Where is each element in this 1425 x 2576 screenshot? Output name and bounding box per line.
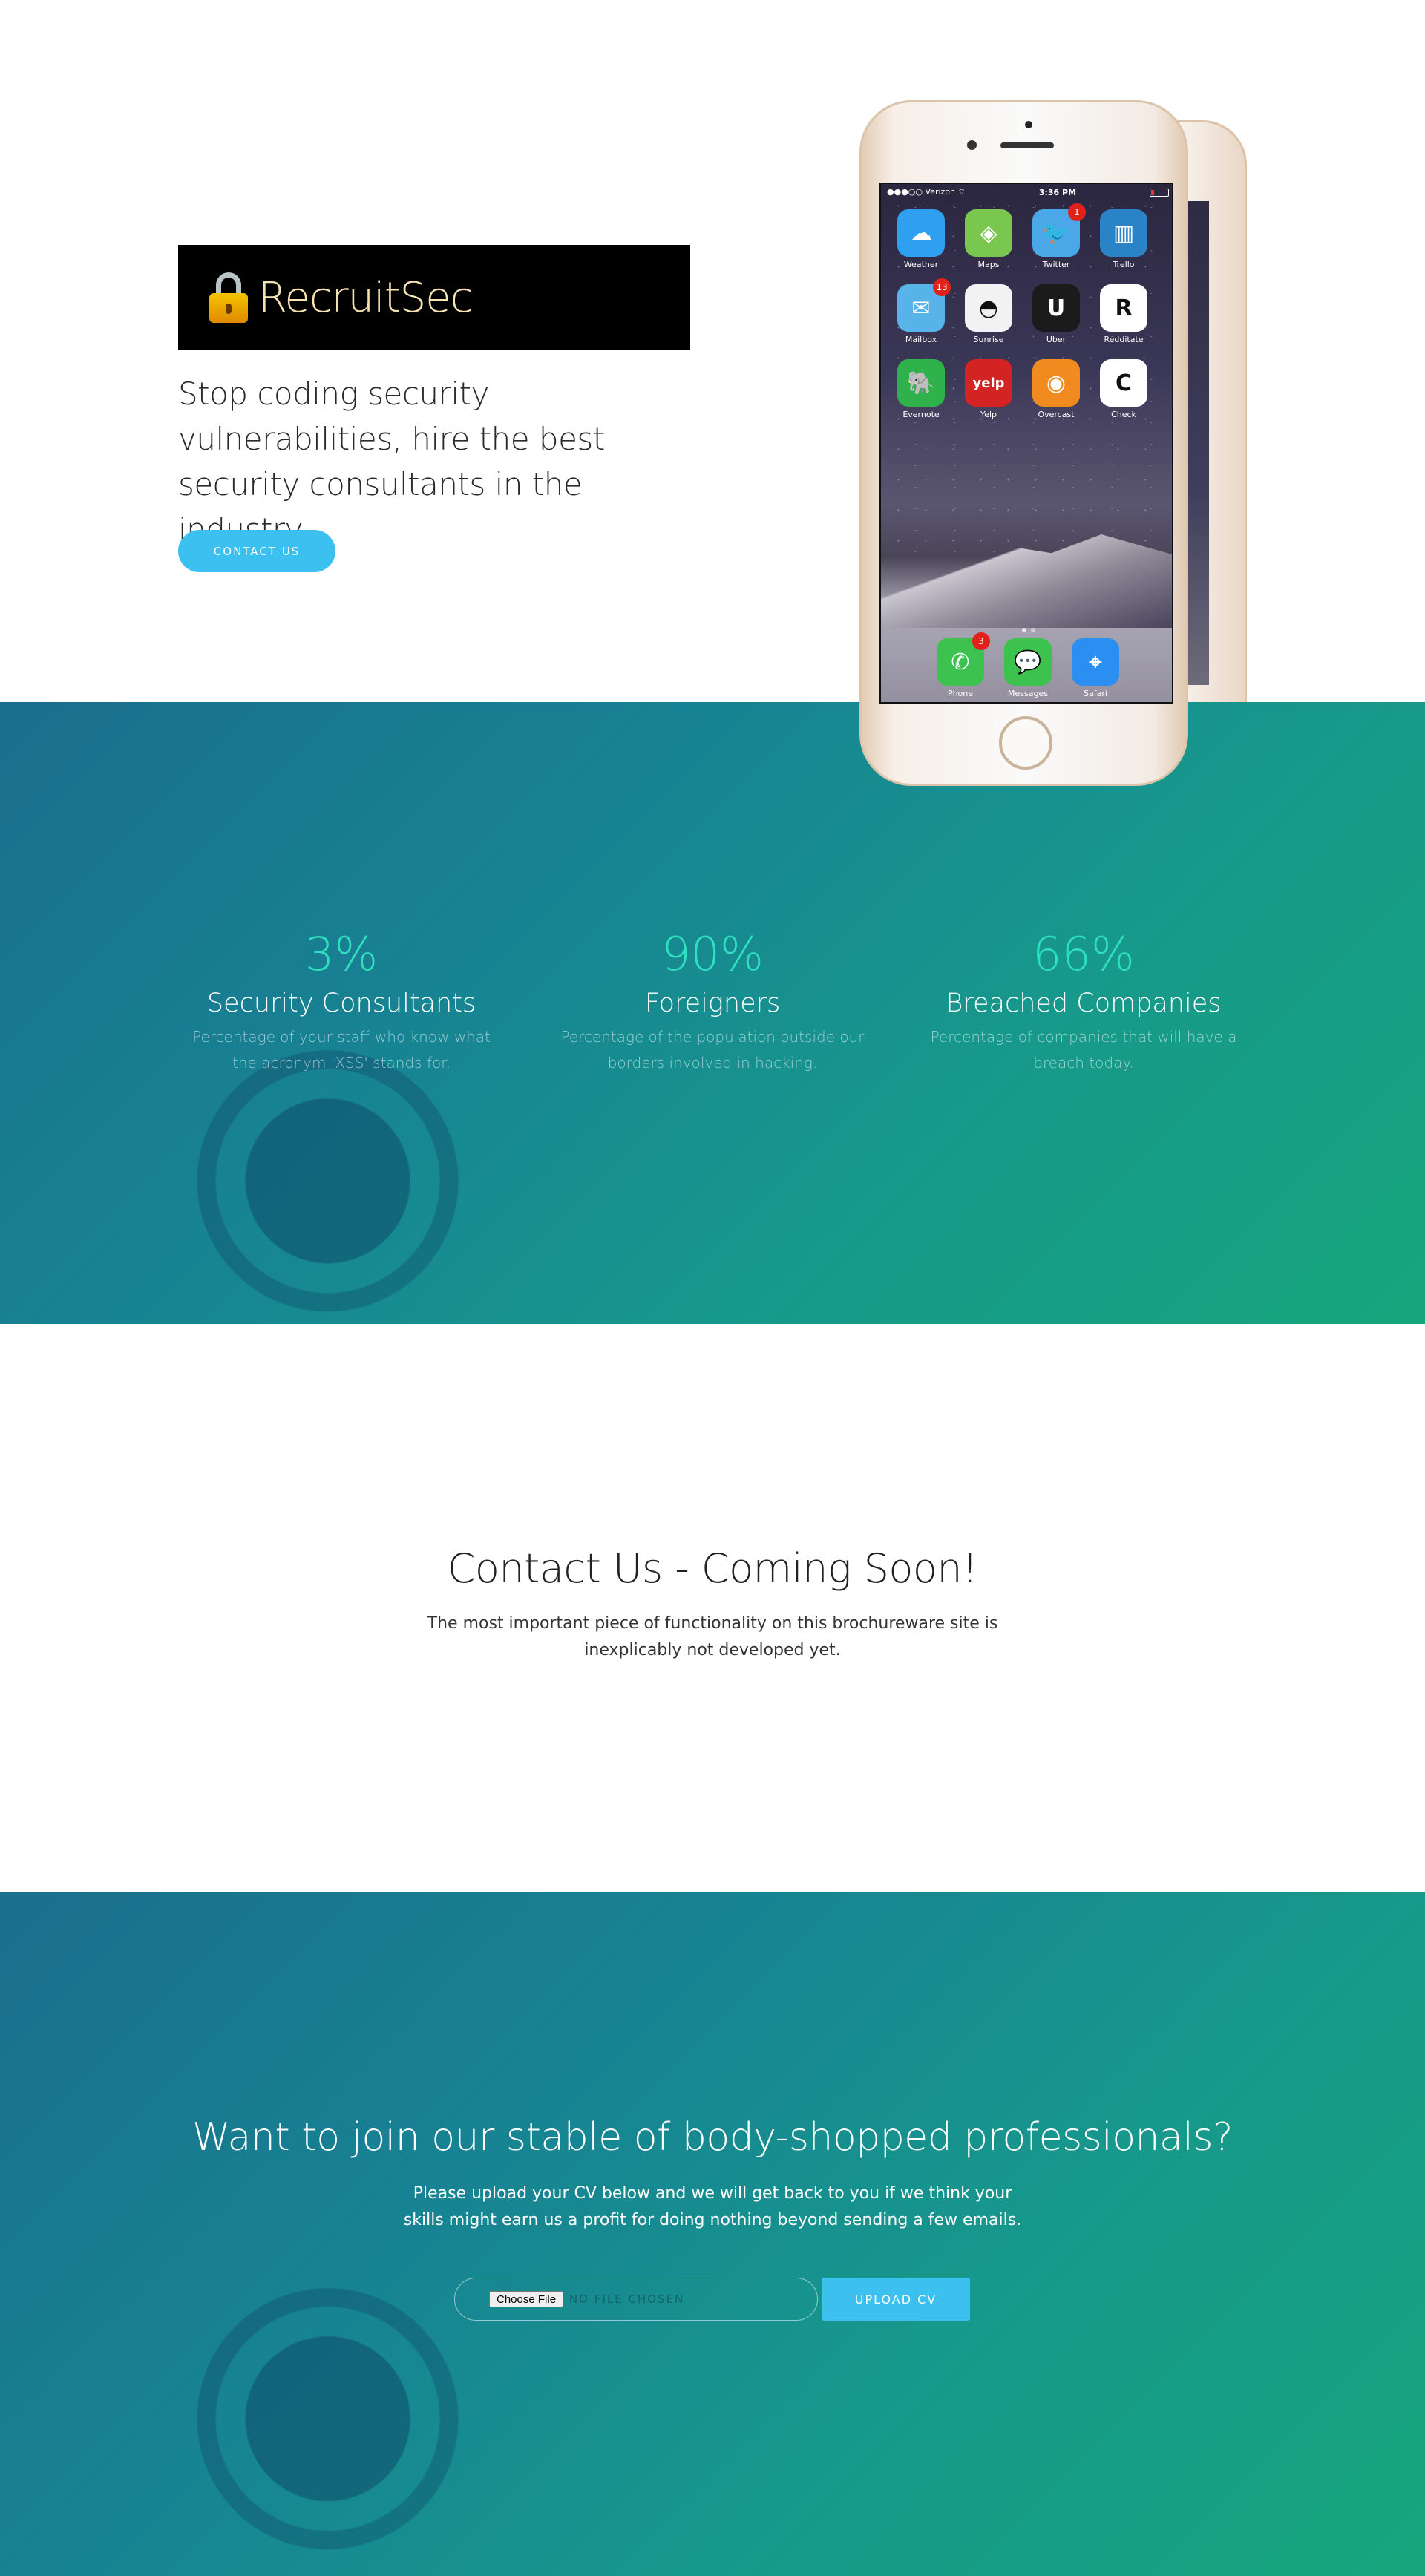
app-trello: ▥ Trello xyxy=(1100,209,1147,269)
app-label: Redditate xyxy=(1104,335,1144,344)
phone-status-bar: ●●●○○ Verizon ⌔ 3:36 PM xyxy=(881,184,1172,200)
phone-speaker xyxy=(1000,142,1054,148)
app-label: Evernote xyxy=(902,410,940,419)
contact-text: The most important piece of functionalit… xyxy=(427,1614,998,1659)
app-messages: 💬 Messages xyxy=(1004,638,1052,702)
battery-icon xyxy=(1149,188,1169,197)
app-label: Weather xyxy=(903,260,939,269)
brand-name: RecruitSec xyxy=(258,273,473,322)
app-safari: ⌖ Safari xyxy=(1072,638,1119,702)
phone-camera-icon xyxy=(967,140,977,150)
app-label: Phone xyxy=(947,689,974,698)
app-label: Uber xyxy=(1046,335,1067,344)
app-label: Maps xyxy=(977,260,1000,269)
app-check: C Check xyxy=(1100,359,1147,419)
app-grid: ☁ Weather ◈ Maps 🐦 Twitter 1 ▥ Trello ✉ Mailbox 13 ◓… xyxy=(897,203,1164,419)
contact-us-button[interactable]: CONTACT US xyxy=(178,530,335,572)
no-file-chosen-label: NO FILE CHOSEN xyxy=(569,2292,685,2306)
app-label: Twitter xyxy=(1042,260,1070,269)
sunrise-icon: ◓ xyxy=(965,284,1012,332)
join-section xyxy=(0,1892,1425,2576)
stat-title: Foreigners xyxy=(644,989,781,1018)
app-label: Yelp xyxy=(980,410,998,419)
overcast-icon: ◉ xyxy=(1032,359,1080,407)
stat-description: Percentage of the population outside our… xyxy=(560,1028,865,1072)
join-text: Please upload your CV below and we will … xyxy=(403,2184,1022,2229)
app-label: Sunrise xyxy=(973,335,1004,344)
app-evernote: 🐘 Evernote xyxy=(897,359,945,419)
hero-tagline: Stop coding security vulnerabilities, hi… xyxy=(178,376,605,548)
stat-title: Security Consultants xyxy=(206,989,476,1018)
home-button xyxy=(999,716,1052,770)
notification-badge: 13 xyxy=(933,278,951,296)
stat-title: Breached Companies xyxy=(946,989,1222,1018)
messages-icon: 💬 xyxy=(1004,638,1052,686)
choose-file-button[interactable]: Choose File xyxy=(489,2291,564,2307)
stat-breached-companies: 66% Breached Companies Percentage of com… xyxy=(920,931,1247,1076)
app-overcast: ◉ Overcast xyxy=(1032,359,1080,419)
app-uber: U Uber xyxy=(1032,284,1080,344)
phone-sensor xyxy=(1025,121,1032,128)
check-icon: C xyxy=(1100,359,1147,407)
trello-icon: ▥ xyxy=(1100,209,1147,257)
redditate-icon: R xyxy=(1100,284,1147,332)
stat-number: 3% xyxy=(304,927,379,981)
yelp-icon: yelp xyxy=(965,359,1012,407)
app-maps: ◈ Maps xyxy=(965,209,1012,269)
uber-icon: U xyxy=(1032,284,1080,332)
app-label: Safari xyxy=(1084,689,1107,698)
app-label: Check xyxy=(1111,410,1136,419)
notification-badge: 3 xyxy=(972,632,990,650)
phone-mockup: ●●●○○ Verizon ⌔ 3:36 PM ☁ Weather ◈ Maps 🐦 Tw… xyxy=(859,100,1188,786)
phone-time: 3:36 PM xyxy=(1038,187,1077,197)
carrier-label: Verizon xyxy=(925,187,956,197)
contact-title: Contact Us - Coming Soon! xyxy=(447,1545,978,1592)
safari-icon: ⌖ xyxy=(1072,638,1119,686)
app-sunrise: ◓ Sunrise xyxy=(965,284,1012,344)
app-label: Trello xyxy=(1113,260,1135,269)
cv-file-input[interactable]: Choose File NO FILE CHOSEN xyxy=(454,2278,818,2321)
stat-number: 66% xyxy=(1032,927,1135,981)
app-yelp: yelp Yelp xyxy=(965,359,1012,419)
phone-dock: ✆ Phone 3 💬 Messages ⌖ Safari xyxy=(881,628,1172,702)
app-weather: ☁ Weather xyxy=(897,209,945,269)
padlock-icon xyxy=(209,272,248,323)
app-label: Overcast xyxy=(1038,410,1075,419)
stat-number: 90% xyxy=(661,927,764,981)
app-twitter: 🐦 Twitter 1 xyxy=(1032,203,1086,269)
upload-cv-button[interactable]: UPLOAD CV xyxy=(822,2278,970,2321)
join-title: Want to join our stable of body-shopped … xyxy=(191,2115,1234,2160)
app-label: Mailbox xyxy=(905,335,937,344)
stat-description: Percentage of your staff who know what t… xyxy=(192,1028,491,1072)
stat-security-consultants: 3% Security Consultants Percentage of yo… xyxy=(178,931,505,1076)
app-redditate: R Redditate xyxy=(1100,284,1147,344)
notification-badge: 1 xyxy=(1068,203,1086,221)
weather-icon: ☁ xyxy=(897,209,945,257)
app-label: Messages xyxy=(1008,689,1048,698)
app-phone: ✆ Phone 3 xyxy=(937,632,990,702)
evernote-icon: 🐘 xyxy=(897,359,945,407)
stat-foreigners: 90% Foreigners Percentage of the populat… xyxy=(549,931,876,1076)
stat-description: Percentage of companies that will have a… xyxy=(930,1028,1237,1072)
brand-logo: RecruitSec xyxy=(178,245,690,350)
app-mailbox: ✉ Mailbox 13 xyxy=(897,278,951,344)
phone-screen: ●●●○○ Verizon ⌔ 3:36 PM ☁ Weather ◈ Maps 🐦 Tw… xyxy=(879,183,1173,704)
maps-icon: ◈ xyxy=(965,209,1012,257)
